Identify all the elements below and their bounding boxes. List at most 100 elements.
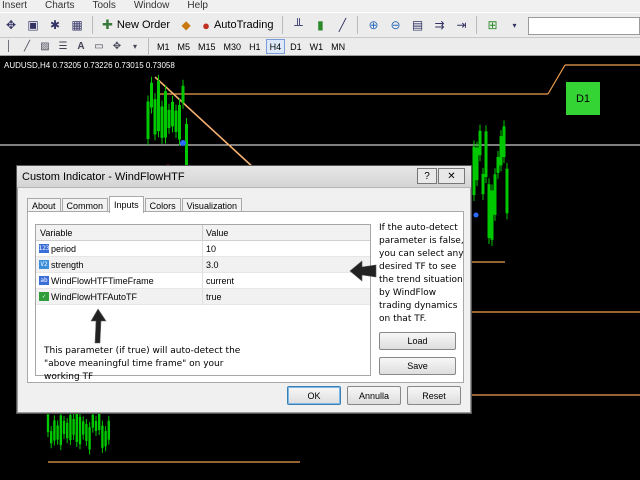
row-value[interactable]: 3.0 bbox=[206, 260, 219, 270]
crosshair-move-icon[interactable]: ✥ bbox=[1, 15, 21, 35]
editor-icon[interactable]: ◆ bbox=[176, 15, 196, 35]
indicators-icon[interactable]: ⊞ bbox=[482, 15, 502, 35]
fibo-icon[interactable]: ☰ bbox=[54, 39, 72, 54]
chart-candle bbox=[174, 110, 178, 132]
chart-candle bbox=[91, 414, 94, 428]
table-row[interactable]: V2 strength 3.0 bbox=[36, 257, 370, 273]
menu-bar: Insert Charts Tools Window Help bbox=[0, 0, 640, 12]
chart-candle bbox=[171, 101, 174, 127]
search-input[interactable] bbox=[528, 17, 640, 35]
row-variable: period bbox=[51, 244, 77, 254]
timeframe-m30-button[interactable]: M30 bbox=[221, 39, 245, 54]
menu-charts[interactable]: Charts bbox=[36, 0, 83, 12]
text-icon[interactable]: A bbox=[72, 39, 90, 54]
header-value[interactable]: Value bbox=[206, 228, 228, 238]
tab-visualization[interactable]: Visualization bbox=[181, 198, 242, 212]
timeframe-h4-button[interactable]: H4 bbox=[265, 39, 286, 54]
chart-marker bbox=[473, 212, 479, 218]
header-divider[interactable] bbox=[202, 225, 203, 241]
timeframe-m1-button[interactable]: M1 bbox=[154, 39, 173, 54]
zoom-in-icon[interactable]: ⊕ bbox=[363, 15, 383, 35]
window-icon[interactable]: ▣ bbox=[23, 15, 43, 35]
table-row[interactable]: ab WindFlowHTFTimeFrame current bbox=[36, 273, 370, 289]
label-icon[interactable]: ▭ bbox=[90, 39, 108, 54]
chart-shift-icon[interactable]: ⇥ bbox=[451, 15, 471, 35]
up-arrow-icon bbox=[90, 308, 107, 344]
new-order-icon: ✚ bbox=[102, 17, 113, 32]
header-variable[interactable]: Variable bbox=[40, 228, 72, 238]
save-button[interactable]: Save bbox=[379, 357, 456, 375]
table-row[interactable]: 123 period 10 bbox=[36, 241, 370, 257]
chart-candle bbox=[472, 146, 476, 196]
chart-candle bbox=[499, 136, 503, 166]
chart-candle bbox=[75, 413, 78, 442]
dropdown-icon[interactable]: ▾ bbox=[504, 15, 524, 35]
bar-chart-icon[interactable]: ╨ bbox=[288, 15, 308, 35]
zoom-out-icon[interactable]: ⊖ bbox=[385, 15, 405, 35]
timeframe-badge: D1 bbox=[566, 82, 600, 115]
candles-icon[interactable]: ▮ bbox=[310, 15, 330, 35]
line-chart-icon[interactable]: ╱ bbox=[332, 15, 352, 35]
menu-window[interactable]: Window bbox=[125, 0, 179, 12]
tab-colors[interactable]: Colors bbox=[144, 198, 181, 212]
chart-candle bbox=[146, 101, 150, 139]
row-value[interactable]: 10 bbox=[206, 244, 216, 254]
tab-common[interactable]: Common bbox=[61, 198, 109, 212]
timeframe-d1-button[interactable]: D1 bbox=[287, 39, 305, 54]
chart-candle bbox=[178, 105, 181, 140]
menu-help[interactable]: Help bbox=[178, 0, 217, 12]
chart-candle bbox=[98, 412, 101, 431]
channel-icon[interactable]: ▨ bbox=[36, 39, 54, 54]
tab-inputs[interactable]: Inputs bbox=[109, 196, 144, 213]
chart-candle bbox=[107, 420, 110, 440]
autotrading-button[interactable]: ● AutoTrading bbox=[198, 15, 277, 35]
autoscroll-icon[interactable]: ⇉ bbox=[429, 15, 449, 35]
star-icon[interactable]: ✱ bbox=[45, 15, 65, 35]
chart-candle bbox=[104, 431, 107, 447]
menu-insert[interactable]: Insert bbox=[0, 0, 36, 12]
timeframe-toolbar: │ ╱ ▨ ☰ A ▭ ✥ ▾ M1 M5 M15 M30 H1 H4 D1 W1 MN bbox=[0, 37, 640, 56]
timeframe-mn-button[interactable]: MN bbox=[328, 39, 348, 54]
chart-candle bbox=[78, 416, 82, 445]
cell-divider bbox=[202, 241, 203, 257]
row-value[interactable]: true bbox=[206, 292, 222, 302]
timeframe-w1-button[interactable]: W1 bbox=[307, 39, 327, 54]
row-value[interactable]: current bbox=[206, 276, 234, 286]
ok-button[interactable]: OK bbox=[287, 386, 341, 405]
chart-candle bbox=[490, 190, 494, 240]
chart-candle bbox=[62, 420, 66, 435]
tile-icon[interactable]: ▤ bbox=[407, 15, 427, 35]
timeframe-h1-button[interactable]: H1 bbox=[246, 39, 264, 54]
grid-icon[interactable]: ▦ bbox=[67, 15, 87, 35]
help-button[interactable]: ? bbox=[417, 168, 437, 184]
new-order-button[interactable]: ✚ New Order bbox=[98, 15, 174, 35]
dropdown-icon[interactable]: ▾ bbox=[126, 39, 144, 54]
load-button[interactable]: Load bbox=[379, 332, 456, 350]
menu-tools[interactable]: Tools bbox=[83, 0, 124, 12]
parameters-table: Variable Value 123 period 10 V2 strength… bbox=[35, 224, 371, 382]
arrows-icon[interactable]: ✥ bbox=[108, 39, 126, 54]
dialog-titlebar[interactable]: Custom Indicator - WindFlowHTF ? ✕ bbox=[17, 166, 471, 188]
reset-button[interactable]: Reset bbox=[407, 386, 461, 405]
timeframe-m5-button[interactable]: M5 bbox=[175, 39, 194, 54]
chart-candle bbox=[160, 106, 164, 138]
cursor-icon[interactable]: │ bbox=[0, 39, 18, 54]
chart-candle bbox=[167, 109, 171, 128]
chart-candle bbox=[88, 427, 91, 450]
chart-symbol-title: AUDUSD,H4 0.73205 0.73226 0.73015 0.7305… bbox=[4, 61, 175, 70]
tab-about[interactable]: About bbox=[27, 198, 61, 212]
chart-candle bbox=[487, 184, 491, 238]
toolbar-separator bbox=[357, 16, 359, 34]
dialog-title: Custom Indicator - WindFlowHTF bbox=[22, 171, 185, 183]
double-type-icon: V2 bbox=[39, 260, 49, 269]
cancel-button[interactable]: Annulla bbox=[347, 386, 401, 405]
table-row[interactable]: ✓ WindFlowHTFAutoTF true bbox=[36, 289, 370, 305]
int-type-icon: 123 bbox=[38, 244, 50, 253]
chart-candle bbox=[85, 424, 88, 441]
chart-candle bbox=[101, 425, 104, 448]
close-button[interactable]: ✕ bbox=[438, 168, 465, 184]
timeframe-m15-button[interactable]: M15 bbox=[195, 39, 219, 54]
chart-candle bbox=[72, 419, 75, 435]
trendline-icon[interactable]: ╱ bbox=[18, 39, 36, 54]
chart-candle bbox=[82, 421, 85, 435]
